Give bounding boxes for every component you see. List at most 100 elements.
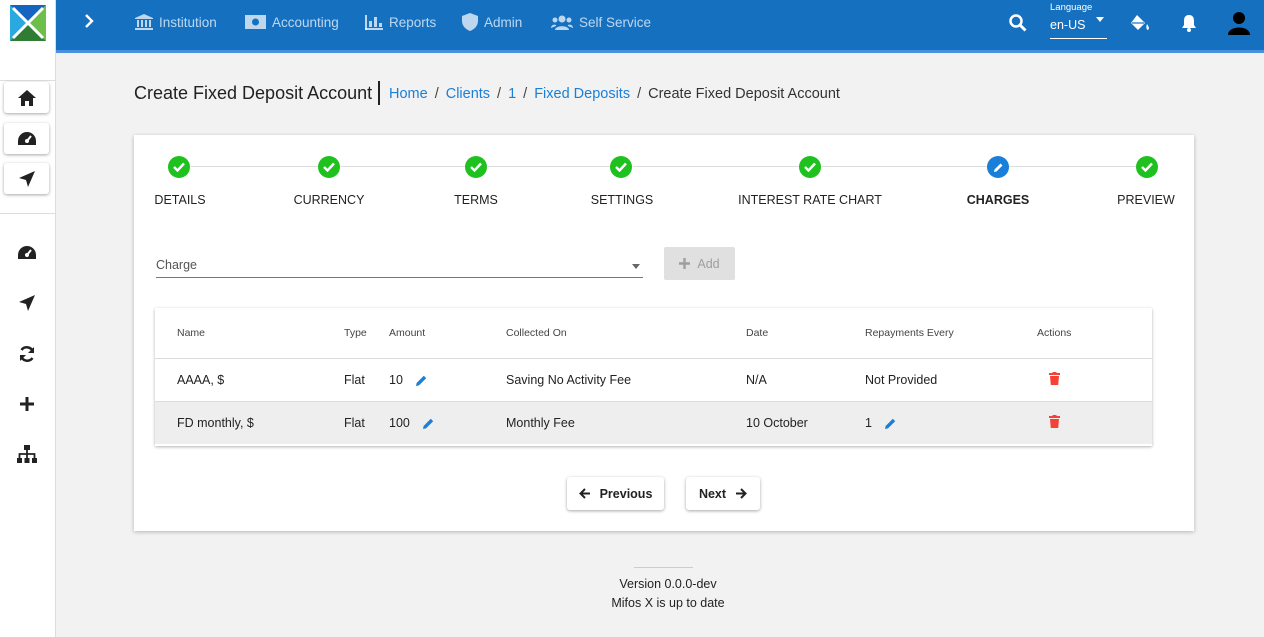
nav-label: Accounting [272,14,339,30]
form-card: DETAILS CURRENCY TERMS SETTINGS INTEREST… [134,135,1194,531]
column-header-type: Type [344,327,367,339]
breadcrumb-separator: / [434,86,439,102]
chevron-right-icon[interactable] [83,11,97,31]
next-label: Next [698,486,727,501]
step-charges[interactable] [987,156,1009,178]
refresh-link[interactable] [14,341,40,367]
breadcrumb-client-id[interactable]: 1 [508,86,516,102]
sitemap-icon [17,445,37,463]
step-settings[interactable] [610,156,632,178]
step-interest-rate-chart[interactable] [799,156,821,178]
step-connector [191,166,320,167]
charge-repayments-every: 1 [865,416,872,430]
breadcrumb: Home / Clients / 1 / Fixed Deposits / Cr… [389,86,840,102]
edit-repayments-icon[interactable] [884,417,897,430]
dashboard-link[interactable] [14,240,40,266]
table-row: FD monthly, $ Flat 100 Monthly Fee 10 Oc… [155,401,1152,444]
nav-label: Reports [389,14,437,30]
charge-amount: 100 [389,416,410,430]
nav-admin[interactable]: Admin [462,13,522,31]
create-link[interactable] [14,391,40,417]
breadcrumb-fixed-deposits[interactable]: Fixed Deposits [534,86,630,102]
charge-date: 10 October [746,416,808,430]
step-label[interactable]: CHARGES [967,193,1030,207]
nav-accounting[interactable]: Accounting [245,13,339,31]
mifos-logo[interactable] [10,5,46,41]
check-icon [615,162,627,172]
charge-collected-on: Saving No Activity Fee [506,373,632,387]
check-icon [804,162,816,172]
step-currency[interactable] [318,156,340,178]
breadcrumb-separator: / [497,86,502,102]
previous-label: Previous [599,486,653,501]
bell-icon [1182,15,1196,32]
plus-icon [20,397,34,411]
nav-label: Institution [159,14,217,30]
step-preview[interactable] [1136,156,1158,178]
gauge-icon [18,246,36,259]
chevron-down-icon [632,264,640,269]
user-icon [1228,12,1250,35]
step-label[interactable]: DETAILS [154,193,205,207]
next-button[interactable]: Next [686,477,760,510]
step-label[interactable]: TERMS [454,193,498,207]
notifications-button[interactable] [1177,11,1201,35]
charge-amount-cell: 100 [389,416,435,430]
step-label[interactable]: SETTINGS [591,193,654,207]
sidebar-divider [0,213,56,214]
trash-icon [1049,372,1060,385]
sidebar [0,0,56,637]
charge-select[interactable]: Charge [156,255,643,278]
breadcrumb-clients[interactable]: Clients [446,86,490,102]
nav-reports[interactable]: Reports [365,13,436,31]
pencil-icon [993,163,1002,172]
navigation-link[interactable] [14,290,40,316]
charge-repayments-every-cell: 1 [865,416,897,430]
location-arrow-icon [18,170,35,187]
step-label[interactable]: PREVIEW [1117,193,1175,207]
theme-button[interactable] [1128,11,1152,35]
step-label[interactable]: INTEREST RATE CHART [738,193,882,207]
navbar-accent [56,50,1264,53]
edit-amount-icon[interactable] [422,417,435,430]
shield-icon [462,13,478,31]
table-row: AAAA, $ Flat 10 Saving No Activity Fee N… [155,358,1152,401]
language-label: Language [1050,2,1093,13]
step-connector [488,166,610,167]
user-menu-button[interactable] [1227,11,1251,35]
step-label[interactable]: CURRENCY [294,193,365,207]
paint-bucket-icon [1131,15,1149,30]
delete-charge-button[interactable] [1049,372,1060,385]
charge-type: Flat [344,416,365,430]
step-terms[interactable] [465,156,487,178]
breadcrumb-home[interactable]: Home [389,86,428,102]
column-header-amount: Amount [389,327,426,339]
charge-collected-on: Monthly Fee [506,416,575,430]
nav-self-service[interactable]: Self Service [551,13,651,31]
step-connector [1009,166,1136,167]
navigation-button[interactable] [4,163,49,194]
hierarchy-link[interactable] [14,441,40,467]
column-header-actions: Actions [1037,327,1072,339]
step-details[interactable] [168,156,190,178]
nav-institution[interactable]: Institution [135,13,217,31]
charge-repayments-every: Not Provided [865,373,938,387]
add-charge-button[interactable]: Add [664,247,735,280]
add-label: Add [697,256,720,271]
footer-divider [634,567,693,568]
money-icon [245,15,266,29]
step-connector [341,166,465,167]
previous-button[interactable]: Previous [567,477,664,510]
charge-name: FD monthly, $ [177,416,254,430]
arrow-left-icon [578,488,590,499]
column-header-repayments-every: Repayments Every [865,327,954,339]
charge-amount: 10 [389,373,403,387]
delete-charge-button[interactable] [1049,415,1060,428]
check-icon [323,162,335,172]
home-button[interactable] [4,82,49,113]
dashboard-button[interactable] [4,123,49,154]
search-button[interactable] [1006,11,1030,35]
title-divider [378,81,380,105]
edit-amount-icon[interactable] [415,374,428,387]
column-header-name: Name [177,327,206,339]
